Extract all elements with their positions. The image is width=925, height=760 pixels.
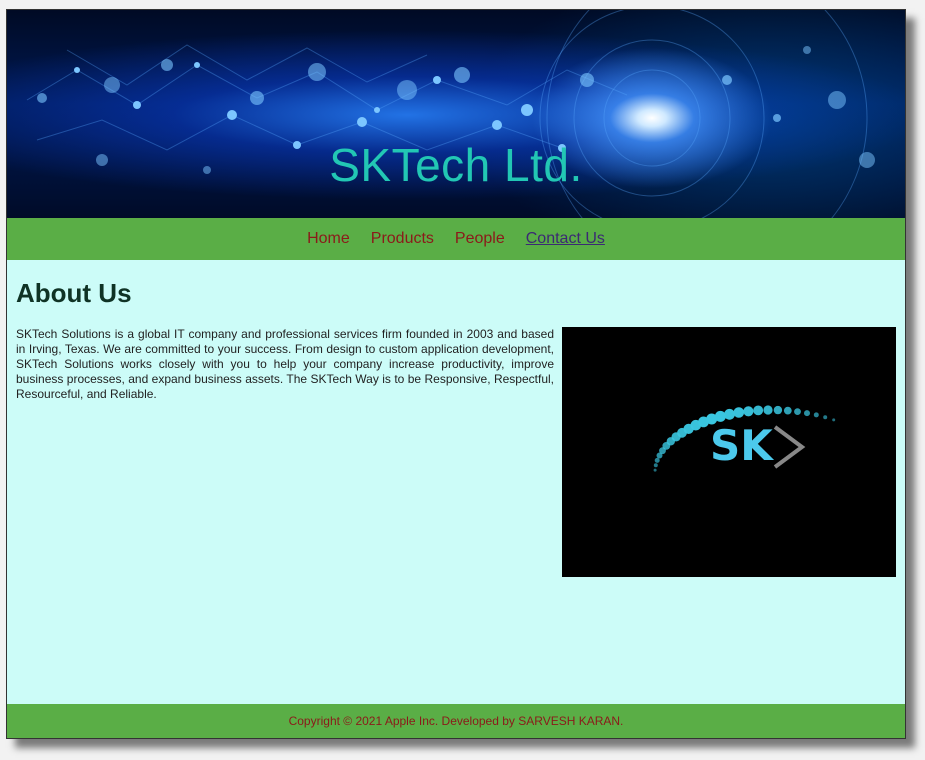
logo-dot [733, 407, 745, 418]
sk-logo-graphic: SK [653, 405, 836, 472]
logo-dot [813, 412, 819, 418]
logo-dot [653, 463, 658, 468]
logo-letters: SK [710, 421, 774, 470]
page-frame: SKTech Ltd. Home Products People Contact… [6, 9, 906, 739]
logo-dot [804, 410, 810, 417]
header-banner: SKTech Ltd. [7, 10, 905, 218]
company-logo-image: SK [562, 327, 896, 577]
logo-dot [823, 415, 828, 420]
page-title: About Us [16, 278, 132, 308]
logo-dot [832, 418, 836, 422]
logo-dot [753, 405, 764, 416]
copyright-text: Copyright © 2021 Apple Inc. Developed by… [288, 714, 624, 728]
logo-dot [763, 405, 773, 415]
nav-contact-us[interactable]: Contact Us [526, 230, 605, 248]
logo-dot [773, 405, 783, 415]
logo-dot [654, 457, 660, 463]
logo-dot [783, 406, 792, 415]
site-title: SKTech Ltd. [329, 139, 583, 191]
logo-dot [794, 408, 801, 415]
nav-people[interactable]: People [455, 230, 505, 248]
main-nav: Home Products People Contact Us [7, 218, 905, 260]
logo-dot [724, 408, 735, 420]
logo-dot [653, 468, 657, 472]
logo-dot [743, 406, 754, 417]
nav-home[interactable]: Home [307, 230, 350, 248]
nav-products[interactable]: Products [371, 230, 434, 248]
about-paragraph: SKTech Solutions is a global IT company … [16, 327, 554, 401]
about-section: About Us SKTech Solutions is a global IT… [7, 260, 905, 704]
footer: Copyright © 2021 Apple Inc. Developed by… [7, 704, 905, 738]
